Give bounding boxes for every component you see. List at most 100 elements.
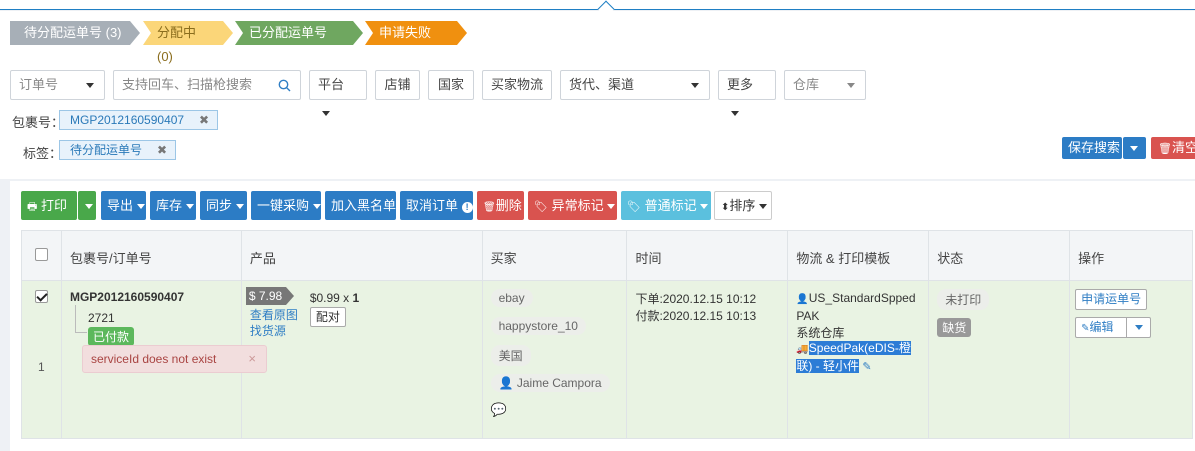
tag-icon: 🏷 [627,201,641,213]
row-checkbox[interactable] [35,290,48,303]
package-filter-label: 包裹号： [12,115,65,130]
buyer-name: Jaime Campora [516,376,602,390]
orders-table: 包裹号/订单号 产品 买家 时间 物流 & 打印模板 状态 操作 1 MGP20… [21,230,1193,439]
abnormal-mark-button[interactable]: 🏷 异常标记 [528,191,617,220]
col-actions[interactable]: 操作 [1069,230,1193,281]
print-template[interactable]: 🚚SpeedPak(eDIS-橙联) - 轻小件 ✎ [796,340,924,376]
print-status: 未打印 [937,289,990,310]
platform-dropdown[interactable]: 平台 [309,70,367,117]
warehouse-select[interactable]: 仓库 [784,70,866,100]
search-icon [278,79,291,92]
package-number[interactable]: MGP2012160590407 [70,290,184,304]
stock-status-badge: 缺货 [937,318,972,337]
buyer-platform-chip: ebay [490,289,533,307]
message-icon[interactable]: 💬 [491,402,507,418]
print-label: 打印 [41,198,68,213]
apply-waybill-button[interactable]: 申请运单号 [1075,289,1148,310]
delete-button[interactable]: 🗑删除 [477,191,524,220]
find-source-link[interactable]: 找货源 [250,322,286,339]
sync-button[interactable]: 同步 [200,191,247,220]
col-status[interactable]: 状态 [928,230,1071,281]
order-number[interactable]: 2721 [88,311,115,325]
one-click-purchase-button[interactable]: 一键采购 [251,191,321,220]
clear-label: 清空 [1171,140,1195,155]
purchase-label: 一键采购 [257,198,310,213]
price-tag: $ 7.98 [245,287,294,305]
search-input[interactable]: 支持回车、扫描枪搜索 [113,70,301,100]
logistics-cell: 👤US_StandardSppedPAK 系统仓库 🚚SpeedPak(eDIS… [787,280,930,439]
normal-mark-button[interactable]: 🏷 普通标记 [621,191,711,220]
clear-button[interactable]: 🗑清空 [1151,137,1195,159]
col-buyer[interactable]: 买家 [481,230,628,281]
add-blacklist-button[interactable]: 加入黑名单 [325,191,396,220]
tab-assigned-waybill[interactable]: 已分配运单号 (0) [235,21,363,64]
tab-apply-failed[interactable]: 申请失败 (0) [365,21,467,64]
remove-icon[interactable]: ✖ [157,141,167,159]
user-icon: 👤 [498,376,514,390]
edit-button[interactable]: ✎编辑 [1075,317,1128,338]
tab-assigning[interactable]: 分配中 (0) [143,21,233,64]
buyer-name-tag[interactable]: 👤 Jaime Campora [490,374,610,392]
cancel-order-button[interactable]: 取消订单 ! [400,191,473,220]
col-product[interactable]: 产品 [240,230,483,281]
more-label: 更多 [727,77,754,92]
tag-filter-chip: 待分配运单号 ✖ [59,140,176,160]
save-search-dropdown[interactable] [1123,137,1146,159]
time-cell: 下单:2020.12.15 10:12 付款:2020.12.15 10:13 [626,280,789,439]
print-icon: 🖶 [27,201,38,213]
price-tag-arrow [285,287,294,305]
unit-price: $0.99 x 1 [310,291,359,305]
channel-select[interactable]: 货代、渠道 [560,70,710,100]
abnormal-label: 异常标记 [551,198,604,213]
tag-icon: 🏷 [534,201,548,213]
store-button[interactable]: 店铺 [375,70,420,100]
print-status-chip: 未打印 [937,289,990,310]
tag-filter-value: 待分配运单号 [70,143,143,157]
buyer-store: happystore_10 [490,317,586,335]
save-search-button[interactable]: 保存搜索 [1062,137,1122,159]
sort-button[interactable]: ⬍排序 [714,191,772,220]
normal-label: 普通标记 [644,198,697,213]
tag-filter-label: 标签： [23,146,63,161]
match-button[interactable]: 配对 [309,307,346,327]
print-button[interactable]: 🖶 打印 [21,191,77,220]
col-logistics[interactable]: 物流 & 打印模板 [787,230,930,281]
edit-icon[interactable]: ✎ [862,361,871,373]
buyer-name-chip: 👤 Jaime Campora [490,374,610,392]
col-package-order[interactable]: 包裹号/订单号 [60,230,242,281]
close-icon[interactable]: × [248,346,256,372]
unit-price-value: $0.99 x [309,291,350,305]
col-time[interactable]: 时间 [626,230,789,281]
country-button[interactable]: 国家 [428,70,474,100]
paid-badge: 已付款 [87,327,134,346]
view-image-link[interactable]: 查看原图 [250,306,298,323]
buyer-logistics-button[interactable]: 买家物流 [482,70,552,100]
export-button[interactable]: 导出 [101,191,146,220]
package-order-cell: MGP2012160590407 2721 已付款 serviceId does… [60,280,267,439]
channel-label: 货代、渠道 [569,77,635,92]
buyer-store-chip: happystore_10 [490,317,586,335]
stock-button[interactable]: 库存 [150,191,196,220]
chevron-down-icon [847,83,855,88]
buyer-cell: ebay happystore_10 美国 👤 Jaime Campora 💬 [481,280,628,439]
table-header-row: 包裹号/订单号 产品 买家 时间 物流 & 打印模板 状态 操作 [21,230,1193,281]
logistics-service: 👤US_StandardSppedPAK [796,290,921,324]
logistics-warehouse: 系统仓库 [796,326,845,340]
stock-label: 库存 [156,198,183,213]
print-dropdown[interactable] [78,191,96,220]
more-dropdown[interactable]: 更多 [718,70,776,117]
select-all-checkbox[interactable] [34,248,48,261]
tab-pending-waybill[interactable]: 待分配运单号 (3) [10,21,140,45]
sync-label: 同步 [206,198,233,213]
error-alert: serviceId does not exist × [81,345,267,373]
package-filter-value: MGP2012160590407 [70,113,185,127]
paid-badge-label: 已付款 [87,327,134,346]
order-type-select[interactable]: 订单号 [10,70,105,100]
remove-icon[interactable]: ✖ [199,111,209,129]
chevron-down-icon [86,83,94,88]
row-select-cell: 1 [21,280,62,439]
table-row[interactable]: 1 MGP2012160590407 2721 已付款 serviceId do… [21,280,1193,439]
edit-dropdown[interactable] [1126,317,1152,338]
stock-status: 缺货 [937,318,972,337]
chevron-down-icon [235,204,244,210]
